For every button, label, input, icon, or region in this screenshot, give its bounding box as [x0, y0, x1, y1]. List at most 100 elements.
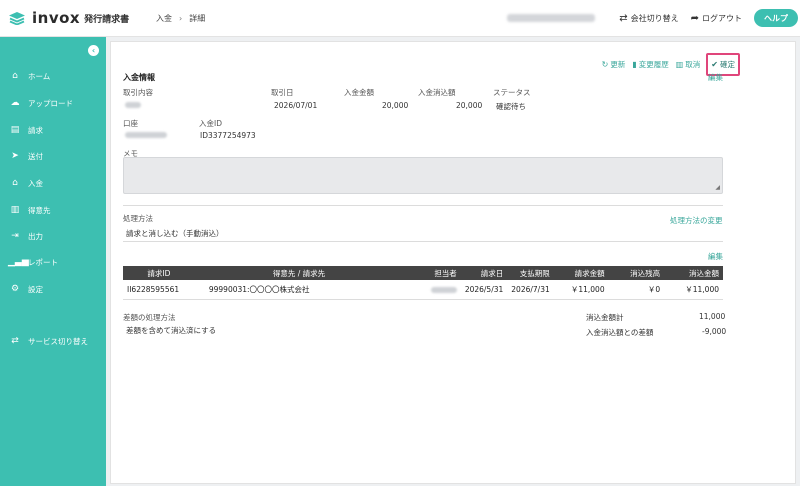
- refresh-icon: ↻: [601, 60, 609, 69]
- memo-textarea[interactable]: ◢: [123, 157, 723, 194]
- switch-arrows-icon: ⇄: [11, 336, 19, 346]
- table-row[interactable]: II6228595561 99990031:〇〇〇〇株式会社 2026/5/31…: [123, 280, 723, 300]
- sidebar-item-upload[interactable]: ☁ アップロード: [8, 96, 74, 110]
- sidebar-item-customer[interactable]: ▥ 得意先: [8, 203, 51, 217]
- reconciliation-table: 請求ID 得意先 / 請求先 担当者 請求日 支払期限 請求金額 消込残高 消込…: [123, 266, 723, 300]
- edit-payment-link[interactable]: 編集: [708, 72, 723, 83]
- column-header-invoice-id: 請求ID: [123, 266, 195, 280]
- column-header-remaining: 消込残高: [608, 266, 665, 280]
- label-account: 口座: [123, 119, 138, 128]
- account-value-redacted: [125, 132, 167, 138]
- value-amount: 20,000: [382, 101, 409, 110]
- switch-arrows-icon: ⇄: [619, 12, 628, 24]
- file-icon: ▮: [632, 60, 637, 69]
- value-payment-id: ID3377254973: [200, 131, 256, 140]
- breadcrumb-separator: ›: [179, 13, 183, 23]
- sidebar-item-settings[interactable]: ⚙ 設定: [8, 282, 43, 296]
- label-reconciled: 入金消込額: [418, 88, 456, 97]
- value-total-reconciled: 11,000: [699, 312, 726, 321]
- history-button[interactable]: ▮ 変更履歴: [632, 59, 668, 70]
- logo-layers-icon: [9, 12, 25, 25]
- sidebar-item-home[interactable]: ⌂ ホーム: [8, 69, 50, 83]
- label-processing-method: 処理方法: [123, 214, 153, 223]
- cell-invoice-amount: ￥11,000: [553, 280, 609, 300]
- brand-name: invox: [32, 9, 81, 27]
- label-total-reconciled: 消込金額計: [586, 313, 624, 322]
- value-processing-method: 請求と消し込む（手動消込）: [126, 229, 224, 238]
- sidebar-item-export[interactable]: ⇥ 出力: [8, 229, 43, 243]
- divider: [123, 241, 723, 242]
- bank-icon: ⌂: [12, 178, 18, 188]
- check-icon: ✔: [711, 60, 718, 69]
- section-title-payment-info: 入金情報: [123, 73, 155, 82]
- sidebar-item-service-switch[interactable]: ⇄ サービス切り替え: [8, 334, 88, 348]
- column-header-invoice-amount: 請求金額: [553, 266, 609, 280]
- resize-grip-icon[interactable]: ◢: [715, 184, 720, 191]
- sidebar-item-payment[interactable]: ⌂ 入金: [8, 176, 43, 190]
- sidebar-item-label: アップロード: [28, 98, 73, 108]
- cell-invoice-id[interactable]: II6228595561: [123, 280, 195, 300]
- building-icon: ▥: [10, 205, 20, 215]
- cell-invoice-date: 2026/5/31: [460, 280, 508, 300]
- sidebar-item-label: 得意先: [28, 205, 51, 215]
- cancel-label: 取消: [685, 60, 701, 69]
- switch-company-link[interactable]: ⇄ 会社切り替え: [619, 13, 678, 24]
- sidebar-item-label: 設定: [28, 284, 43, 294]
- switch-company-label: 会社切り替え: [630, 13, 679, 23]
- sidebar-item-label: レポート: [28, 257, 58, 267]
- help-button[interactable]: ヘルプ: [754, 9, 798, 27]
- value-reconciled: 20,000: [456, 101, 483, 110]
- cell-customer: 99990031:〇〇〇〇株式会社: [194, 280, 404, 300]
- label-diff-method: 差額の処理方法: [123, 313, 176, 322]
- sidebar-item-invoice[interactable]: ▤ 請求: [8, 123, 43, 137]
- payment-detail-panel: ↻ 更新 ▮ 変更履歴 ▥ 取消 ✔ 確定 入金情報 編集 取引内容 取引日 入…: [110, 41, 796, 484]
- logout-link[interactable]: ➦ ログアウト: [691, 13, 742, 24]
- sidebar-item-send[interactable]: ➤ 送付: [8, 149, 43, 163]
- sidebar-item-label: 送付: [28, 151, 43, 161]
- sign-out-icon: ➦: [690, 12, 699, 24]
- chart-icon: ▁▃▅: [8, 257, 29, 267]
- export-icon: ⇥: [11, 231, 19, 241]
- collapse-sidebar-icon[interactable]: ‹: [88, 45, 99, 56]
- label-status: ステータス: [493, 88, 531, 97]
- company-name-redacted: [507, 14, 596, 22]
- sidebar-item-report[interactable]: ▁▃▅ レポート: [8, 255, 58, 269]
- column-header-customer: 得意先 / 請求先: [194, 266, 404, 280]
- sidebar-item-label: 請求: [28, 125, 43, 135]
- trash-icon: ▥: [675, 60, 684, 69]
- top-bar: invox 発行請求書 入金 › 詳細 ⇄ 会社切り替え ➦ ログアウト ヘルプ: [0, 0, 800, 37]
- refresh-label: 更新: [610, 60, 626, 69]
- cell-due-date: 2026/7/31: [507, 280, 554, 300]
- sidebar-item-label: 出力: [28, 231, 43, 241]
- value-date: 2026/07/01: [274, 101, 318, 110]
- logo[interactable]: invox 発行請求書: [8, 9, 148, 27]
- home-icon: ⌂: [12, 71, 18, 81]
- upload-cloud-icon: ☁: [10, 98, 20, 108]
- breadcrumb-item-payment[interactable]: 入金: [156, 13, 172, 24]
- column-header-due-date: 支払期限: [507, 266, 554, 280]
- value-diff-method: 差額を含めて消込済にする: [126, 326, 217, 335]
- refresh-button[interactable]: ↻ 更新: [602, 59, 626, 70]
- label-amount: 入金金額: [344, 88, 374, 97]
- gear-icon: ⚙: [10, 284, 20, 294]
- label-content: 取引内容: [123, 88, 153, 97]
- history-label: 変更履歴: [638, 60, 669, 69]
- edit-reconciliation-link[interactable]: 編集: [708, 251, 723, 262]
- cell-remaining: ￥0: [608, 280, 665, 300]
- confirm-label: 確定: [720, 60, 735, 69]
- cancel-button[interactable]: ▥ 取消: [676, 59, 701, 70]
- value-diff-amount: -9,000: [702, 327, 727, 336]
- column-header-reconciled: 消込金額: [664, 266, 723, 280]
- label-payment-id: 入金ID: [199, 119, 222, 128]
- divider: [123, 205, 723, 206]
- breadcrumb: 入金 › 詳細: [156, 13, 205, 24]
- send-icon: ➤: [11, 151, 19, 161]
- column-header-invoice-date: 請求日: [460, 266, 508, 280]
- change-processing-method-link[interactable]: 処理方法の変更: [670, 215, 723, 226]
- sidebar: ‹ ⌂ ホーム ☁ アップロード ▤ 請求 ➤ 送付 ⌂ 入金 ▥ 得意先 ⇥ …: [0, 37, 106, 486]
- sidebar-item-label: 入金: [28, 178, 43, 188]
- sidebar-item-label: サービス切り替え: [28, 336, 88, 346]
- document-icon: ▤: [10, 125, 20, 135]
- column-header-assignee: 担当者: [403, 266, 461, 280]
- brand-sub: 発行請求書: [84, 14, 130, 25]
